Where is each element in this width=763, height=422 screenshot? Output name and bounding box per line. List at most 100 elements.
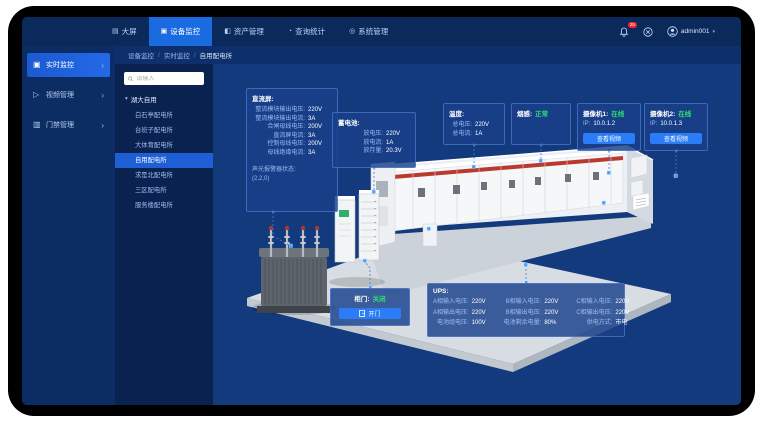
- camera1-ip-label: IP:: [583, 120, 590, 129]
- tree-item-substation[interactable]: 求是北配电所: [115, 168, 213, 183]
- battery-cabinet: [335, 190, 379, 262]
- battery-panel: 蓄电池: 放电压: 220V: [332, 112, 416, 168]
- monitor-icon: ▣: [161, 28, 168, 35]
- camera2-status: 在线: [678, 108, 691, 118]
- data-row: 整流模块输出电流: 3A: [252, 115, 332, 124]
- data-row: 电池组电压: 100V: [433, 319, 496, 328]
- smoke-sensor-panel: 烟感: 正常: [511, 103, 571, 145]
- tree-search-input[interactable]: [136, 76, 200, 82]
- camera1-status: 在线: [611, 108, 624, 118]
- device-bezel: ▤ 大屏 ▣ 设备监控 ◧ 资产管理: [8, 6, 755, 416]
- nav-tabs: ▤ 大屏 ▣ 设备监控 ◧ 资产管理: [100, 17, 400, 46]
- breadcrumb: 设备监控 / 实时监控 / 自用配电所: [115, 46, 741, 64]
- nav-tab-label: 大屏: [122, 26, 137, 37]
- data-row: 电池剩余电量: 80%: [504, 319, 569, 328]
- data-row: 直流屏电流: 3A: [252, 132, 332, 141]
- notification-bell-button[interactable]: 25: [619, 26, 630, 37]
- tree-item-substation[interactable]: 三区配电所: [115, 183, 213, 198]
- temperature-panel: 温度: 总电压: 220V: [443, 103, 505, 145]
- screenshot-stage: ▤ 大屏 ▣ 设备监控 ◧ 资产管理: [0, 0, 763, 422]
- fullscreen-button[interactable]: [643, 26, 654, 37]
- monitoring-app: ▤ 大屏 ▣ 设备监控 ◧ 资产管理: [22, 17, 741, 405]
- chevron-right-icon: ›: [101, 121, 104, 130]
- sidebar-item-label: 视频管理: [46, 90, 74, 100]
- substation-tree-panel: ▾ 湖大自用 白石亭配电所 台班子配电所 大体育配电所: [115, 64, 213, 405]
- tree-root-node[interactable]: ▾ 湖大自用: [115, 94, 213, 104]
- data-row: B相输出电压: 220V: [504, 309, 569, 318]
- open-door-button[interactable]: 开门: [339, 308, 401, 319]
- door-icon: [359, 310, 365, 317]
- topbar-actions: 25 admin001: [619, 26, 715, 37]
- data-row: 控制母线电压: 200V: [252, 140, 332, 149]
- camera1-title: 摄像机1:: [583, 108, 608, 118]
- gear-icon: ◎: [349, 28, 355, 35]
- temperature-panel-title: 温度:: [449, 108, 499, 118]
- tree-items: 白石亭配电所 台班子配电所 大体育配电所 自用配电所 求是北配电所: [115, 108, 213, 213]
- data-row: A相输出电压: 220V: [433, 309, 496, 318]
- data-row: 放电流: 1A: [338, 139, 410, 148]
- camera2-ip: 10.0.1.3: [660, 120, 682, 129]
- sidebar-item[interactable]: ▷ 视频管理 ›: [27, 83, 110, 107]
- temperature-panel-rows: 总电压: 220V 总电流: 1A: [449, 121, 499, 138]
- nav-tab[interactable]: ▤ 大屏: [100, 17, 149, 46]
- chevron-right-icon: ›: [101, 61, 104, 70]
- door-label: 柜门:: [354, 293, 369, 303]
- ups-panel: UPS: A相输入电压: 220V: [427, 283, 625, 337]
- avatar-icon: [667, 26, 678, 37]
- camera1-ip: 10.0.1.2: [593, 120, 615, 129]
- data-row: 总电流: 1A: [449, 130, 499, 139]
- nav-tab[interactable]: ◔ 查询统计: [276, 17, 337, 46]
- ups-panel-title: UPS:: [433, 288, 619, 295]
- camera2-title: 摄像机2:: [650, 108, 675, 118]
- nav-tab-label: 系统管理: [358, 26, 388, 37]
- dc-screen-panel: 直流屏: 整流模块输出电压: 220V: [246, 88, 338, 212]
- nav-tab-label: 设备监控: [170, 26, 200, 37]
- data-row: 放存量: 20.3V: [338, 147, 410, 156]
- tree-search-box: [124, 72, 204, 85]
- battery-panel-rows: 放电压: 220V 放电流: 1A: [338, 130, 410, 156]
- tree-item-substation[interactable]: 大体育配电所: [115, 138, 213, 153]
- fullscreen-icon: [643, 27, 653, 37]
- tree-item-substation[interactable]: 台班子配电所: [115, 123, 213, 138]
- top-nav-bar: ▤ 大屏 ▣ 设备监控 ◧ 资产管理: [22, 17, 741, 46]
- access-icon: ▥: [33, 121, 42, 129]
- caret-down-icon: ▾: [125, 96, 128, 102]
- nav-tab-label: 查询统计: [295, 26, 325, 37]
- video-icon: ▷: [33, 91, 42, 99]
- tree-item-substation[interactable]: 白石亭配电所: [115, 108, 213, 123]
- breadcrumb-separator: /: [194, 52, 196, 59]
- tree-root-label: 湖大自用: [131, 94, 157, 104]
- data-row: 合闸母线电压: 200V: [252, 123, 332, 132]
- sidebar-item[interactable]: ▣ 实时监控 ›: [27, 53, 110, 77]
- data-row: 母线绝缘电流: 3A: [252, 149, 332, 158]
- notification-badge: 25: [628, 22, 637, 28]
- data-row: B相输入电压: 220V: [504, 298, 569, 307]
- chevron-down-icon: ▾: [712, 29, 715, 35]
- user-menu[interactable]: admin001 ▾: [667, 26, 715, 37]
- tree-item-substation[interactable]: 自用配电所: [115, 153, 213, 168]
- data-row: C相输入电压: 220V: [576, 298, 639, 307]
- dc-panel-rows: 整流模块输出电压: 220V 整流模块输出电流: 3A: [252, 106, 332, 157]
- data-row: 整流模块输出电压: 220V: [252, 106, 332, 115]
- smoke-label: 烟感:: [517, 108, 532, 118]
- breadcrumb-item[interactable]: 设备监控: [128, 50, 154, 60]
- sound-light-alarm-label: 声光报警器状态: (2,2,0): [252, 166, 332, 184]
- sidebar-item-label: 实时监控: [46, 60, 74, 70]
- door-status: 关闭: [373, 293, 386, 303]
- nav-tab[interactable]: ◧ 资产管理: [212, 17, 276, 46]
- sidebar-item[interactable]: ▥ 门禁管理 ›: [27, 113, 110, 137]
- camera1-view-video-button[interactable]: 查看视频: [583, 133, 635, 144]
- primary-sidebar: ▣ 实时监控 › ▷ 视频管理 › ▥ 门禁管理: [22, 46, 115, 405]
- search-icon: [128, 76, 133, 82]
- camera2-view-video-button[interactable]: 查看视频: [650, 133, 702, 144]
- nav-tab[interactable]: ▣ 设备监控: [149, 17, 213, 46]
- breadcrumb-current: 自用配电所: [200, 50, 233, 60]
- nav-tab[interactable]: ◎ 系统管理: [337, 17, 400, 46]
- bell-icon: [619, 27, 629, 37]
- screen-icon: ▤: [112, 28, 119, 35]
- realtime-icon: ▣: [33, 61, 42, 69]
- tree-item-substation[interactable]: 服务楼配电所: [115, 198, 213, 213]
- camera1-panel: 摄像机1: 在线 IP: 10.0.1.2 查看视频: [577, 103, 641, 151]
- data-row: 供电方式: 市电: [576, 319, 639, 328]
- breadcrumb-item[interactable]: 实时监控: [164, 50, 190, 60]
